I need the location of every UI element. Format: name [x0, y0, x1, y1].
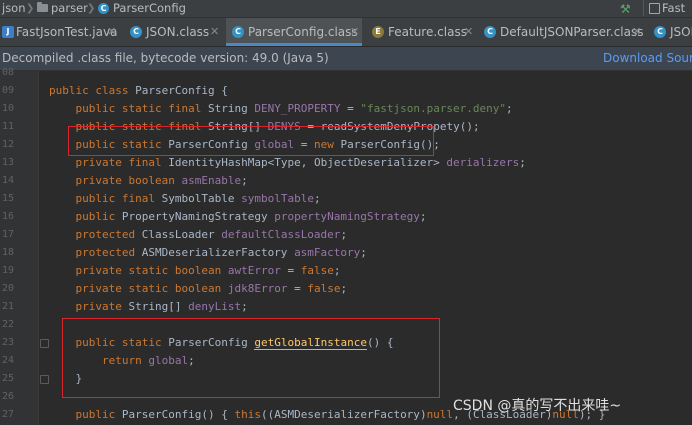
tab-label: FastJsonTest.java: [16, 25, 118, 39]
line-number: 21: [1, 301, 14, 312]
code-text: private String[] denyList;: [75, 300, 248, 313]
tab-label: JSON: [670, 25, 692, 39]
code-text: public static final String[] DENYS = rea…: [75, 120, 480, 133]
code-line[interactable]: 14 private boolean asmEnable;: [0, 172, 692, 190]
code-text: public static final String DENY_PROPERTY…: [75, 102, 513, 115]
tab-label: Feature.class: [388, 25, 467, 39]
chevron-right-icon: ❯: [87, 3, 96, 14]
code-line[interactable]: 12 public static ParserConfig global = n…: [0, 136, 692, 154]
code-line[interactable]: 10 public static final String DENY_PROPE…: [0, 100, 692, 118]
tab-feature-class[interactable]: E Feature.class ✕: [366, 18, 476, 46]
tab-label: JSON.class: [146, 25, 210, 39]
line-number: 13: [1, 157, 14, 168]
code-text: public final SymbolTable symbolTable;: [75, 192, 321, 205]
line-number: 20: [1, 283, 14, 294]
code-text: protected ClassLoader defaultClassLoader…: [75, 228, 348, 241]
run-config-label: Fast: [662, 1, 686, 15]
fold-marker-icon[interactable]: [40, 375, 49, 384]
code-text: private static boolean awtError = false;: [75, 264, 341, 277]
build-hammer-icon[interactable]: ⚒: [620, 1, 631, 18]
code-line[interactable]: 23 public static ParserConfig getGlobalI…: [0, 334, 692, 352]
class-icon: C: [232, 26, 244, 38]
code-line[interactable]: 24 return global;: [0, 352, 692, 370]
code-line[interactable]: 17 protected ClassLoader defaultClassLoa…: [0, 226, 692, 244]
run-configuration-selector[interactable]: Fast: [643, 0, 692, 16]
tab-label: DefaultJSONParser.class: [500, 25, 644, 39]
code-line[interactable]: 18 protected ASMDeserializerFactory asmF…: [0, 244, 692, 262]
active-tab-indicator: [226, 43, 362, 46]
tab-json-class[interactable]: C JSON.class ✕: [124, 18, 220, 46]
tab-label: ParserConfig.class: [248, 25, 358, 39]
code-line[interactable]: 21 private String[] denyList;: [0, 298, 692, 316]
enum-icon: E: [372, 26, 384, 38]
code-text: public static ParserConfig global = new …: [75, 138, 440, 151]
line-number: 23: [1, 337, 14, 348]
navigation-bar: json ❯ parser ❯ C ParserConfig ⚒ Fast: [0, 0, 692, 18]
close-icon[interactable]: ✕: [107, 18, 116, 46]
line-number: 26: [1, 391, 14, 402]
tab-parserconfig-class[interactable]: C ParserConfig.class ✕: [226, 18, 362, 46]
line-number: 27: [1, 409, 14, 420]
class-icon: C: [484, 26, 496, 38]
line-number: 18: [1, 247, 14, 258]
breadcrumb-item-parser[interactable]: parser: [51, 0, 88, 17]
close-icon[interactable]: ✕: [210, 18, 219, 46]
line-number: 10: [1, 103, 14, 114]
code-text: return global;: [101, 354, 195, 367]
run-config-icon: [649, 3, 660, 14]
code-line[interactable]: 15 public final SymbolTable symbolTable;: [0, 190, 692, 208]
code-text: protected ASMDeserializerFactory asmFact…: [75, 246, 367, 259]
watermark: CSDN @真的写不出来哇~: [453, 398, 622, 414]
code-text: public PropertyNamingStrategy propertyNa…: [75, 210, 427, 223]
line-number: 14: [1, 175, 14, 186]
code-text: private boolean asmEnable;: [75, 174, 248, 187]
class-icon: C: [98, 3, 109, 14]
close-icon[interactable]: ✕: [464, 18, 473, 46]
line-number: 22: [1, 319, 14, 330]
code-line[interactable]: 16 public PropertyNamingStrategy propert…: [0, 208, 692, 226]
line-number: 12: [1, 139, 14, 150]
breadcrumb-item-parserconfig[interactable]: ParserConfig: [113, 0, 186, 17]
close-icon[interactable]: ✕: [632, 18, 641, 46]
code-text: public static ParserConfig getGlobalInst…: [75, 336, 394, 350]
code-line[interactable]: 09 public class ParserConfig {: [0, 82, 692, 100]
line-number: 16: [1, 211, 14, 222]
class-icon: C: [654, 26, 666, 38]
tab-defaultjsonparser-class[interactable]: C DefaultJSONParser.class ✕: [478, 18, 644, 46]
class-icon: C: [130, 26, 142, 38]
line-number: 17: [1, 229, 14, 240]
code-line[interactable]: 08: [0, 64, 692, 82]
code-line[interactable]: 11 public static final String[] DENYS = …: [0, 118, 692, 136]
close-icon[interactable]: ✕: [350, 18, 359, 46]
fold-marker-icon[interactable]: [40, 339, 49, 348]
chevron-right-icon: ❯: [26, 3, 35, 14]
line-number: 11: [1, 121, 14, 132]
line-number: 19: [1, 265, 14, 276]
editor-tab-bar: J FastJsonTest.java ✕ C JSON.class ✕ C P…: [0, 18, 692, 47]
code-line[interactable]: 19 private static boolean awtError = fal…: [0, 262, 692, 280]
line-number: 15: [1, 193, 14, 204]
tab-json-class-2[interactable]: C JSON: [648, 18, 692, 46]
java-file-icon: J: [2, 26, 14, 38]
code-line[interactable]: 22: [0, 316, 692, 334]
line-number: 09: [1, 85, 14, 96]
line-number: 08: [1, 67, 14, 78]
code-text: private final IdentityHashMap<Type, Obje…: [75, 156, 526, 169]
code-line[interactable]: 25 }: [0, 370, 692, 388]
line-number: 25: [1, 373, 14, 384]
code-text: }: [75, 372, 83, 385]
code-line[interactable]: 13 private final IdentityHashMap<Type, O…: [0, 154, 692, 172]
breadcrumb-item-json[interactable]: json: [2, 0, 26, 17]
code-text: private static boolean jdk8Error = false…: [75, 282, 348, 295]
folder-icon: [37, 2, 48, 12]
line-number: 24: [1, 355, 14, 366]
code-text: public class ParserConfig {: [49, 84, 228, 97]
code-line[interactable]: 20 private static boolean jdk8Error = fa…: [0, 280, 692, 298]
tab-fastjsontest-java[interactable]: J FastJsonTest.java ✕: [0, 18, 118, 46]
